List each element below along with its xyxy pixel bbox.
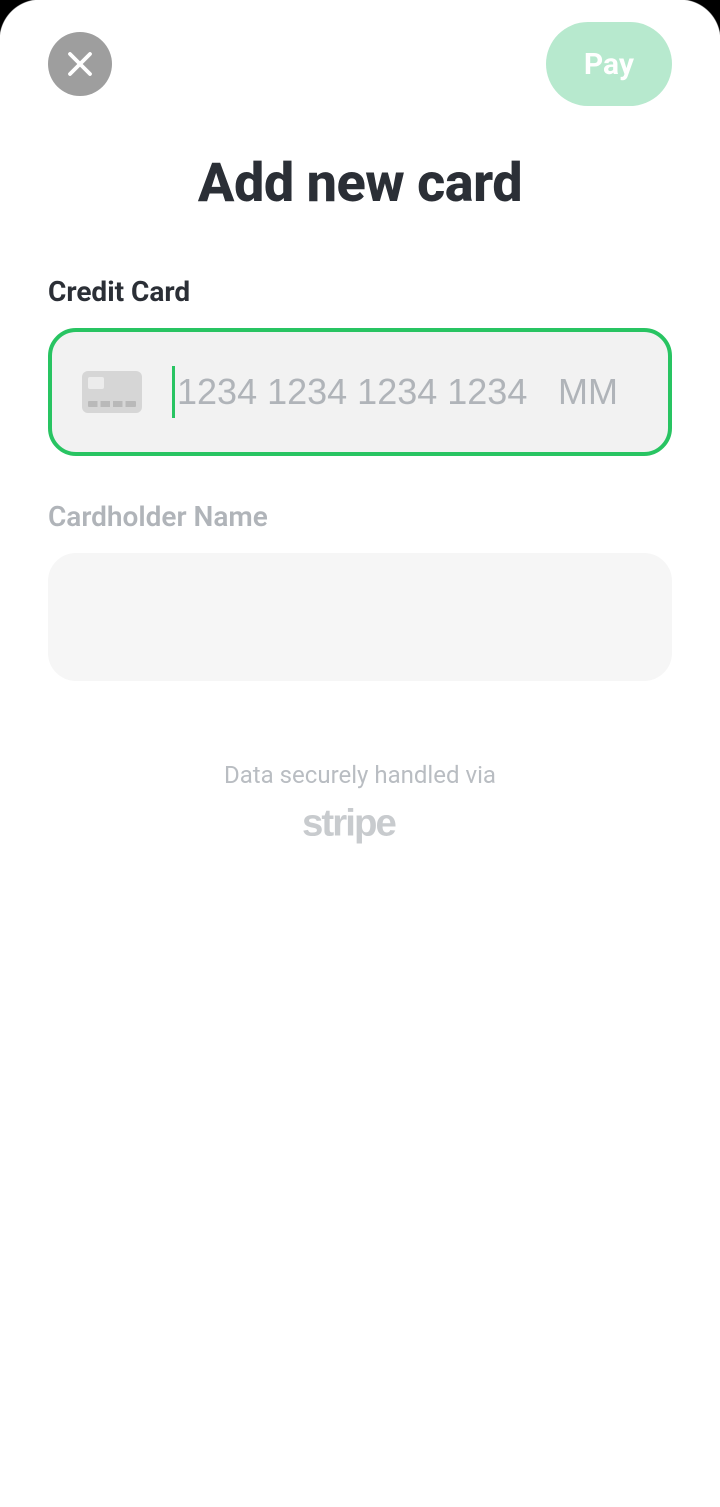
add-card-screen: Pay Add new card Credit Card Cardholder … <box>0 0 720 1507</box>
page-title: Add new card <box>48 152 672 215</box>
close-button[interactable] <box>48 32 112 96</box>
card-number-input[interactable] <box>175 371 558 413</box>
card-icon <box>82 371 142 413</box>
close-icon <box>65 49 95 79</box>
svg-text:stripe: stripe <box>302 802 397 845</box>
stripe-logo: stripe <box>302 801 417 853</box>
card-expiry-input[interactable] <box>558 371 638 413</box>
pay-button-label: Pay <box>584 47 634 82</box>
card-input-container[interactable] <box>48 328 672 456</box>
cardholder-name-input[interactable] <box>78 598 642 637</box>
cardholder-input-container[interactable] <box>48 553 672 681</box>
credit-card-field: Credit Card <box>48 275 672 456</box>
cardholder-label: Cardholder Name <box>48 500 672 533</box>
pay-button[interactable]: Pay <box>546 22 672 106</box>
security-footer: Data securely handled via stripe <box>48 761 672 853</box>
stripe-icon: stripe <box>302 801 417 849</box>
device-corners <box>0 0 720 1507</box>
credit-card-label: Credit Card <box>48 275 672 308</box>
cardholder-field: Cardholder Name <box>48 500 672 681</box>
header: Pay <box>48 24 672 104</box>
secure-text: Data securely handled via <box>48 761 672 789</box>
